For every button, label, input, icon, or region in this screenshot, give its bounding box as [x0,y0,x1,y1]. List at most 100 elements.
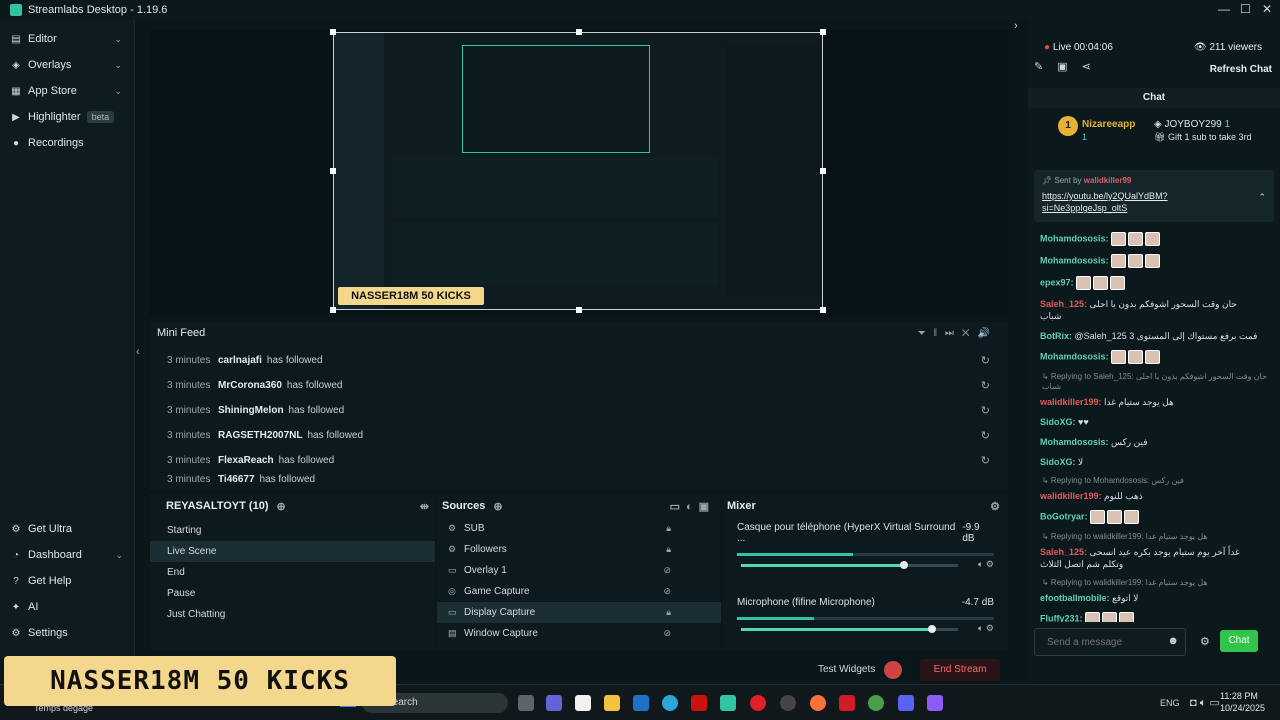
lock-icon[interactable]: 🔒︎ [666,523,671,534]
chat-tools[interactable]: ✎▣⋖ [1034,60,1105,73]
gear-icon[interactable]: ⚙ [1200,635,1210,648]
add-source-icon[interactable]: ⊕ [493,500,502,513]
mute-settings-icons[interactable]: 🔈︎ ⚙ [978,623,994,634]
lock-icon[interactable]: 🔒︎ [666,607,671,618]
repeat-icon[interactable]: ↻ [981,354,990,367]
resize-handle[interactable] [820,29,826,35]
mini-feed-controls[interactable]: ⏷∥⏭✕🔊 [918,328,998,339]
source-item[interactable]: ◎ Game Capture ⊘ [437,581,721,602]
repeat-icon[interactable]: ↻ [981,404,990,417]
chat-input-box[interactable]: ☻ [1034,628,1186,656]
edge-icon[interactable] [662,695,678,711]
resize-handle[interactable] [330,307,336,313]
repeat-icon[interactable]: ↻ [981,379,990,392]
scene-item[interactable]: Just Chatting [150,604,435,625]
lock-icon[interactable]: 🔒︎ [666,544,671,555]
refresh-chat-button[interactable]: Refresh Chat [1210,64,1272,75]
firefox-icon[interactable] [810,695,826,711]
nav-dashboard[interactable]: ◔ Dashboard ⌄ [0,542,135,568]
overlay-banner: NASSER18M 50 KICKS [4,656,396,706]
resize-handle[interactable] [330,168,336,174]
scene-item[interactable]: End [150,562,435,583]
scene-item[interactable]: Live Scene [150,541,435,562]
nav-get-ultra[interactable]: ⚙ Get Ultra [0,516,135,542]
reply-context: ↳ Replying to Mohamdososis: فين ركس [1042,476,1184,485]
repeat-icon[interactable]: ↻ [981,454,990,467]
audio-meter [737,553,994,556]
app-icon[interactable] [780,695,796,711]
top-gifter-count: 1 [1082,132,1088,142]
chat-input[interactable] [1035,629,1155,655]
source-item[interactable]: ▤ Window Capture ⊘ [437,623,721,644]
resize-handle[interactable] [576,29,582,35]
task-view-icon[interactable] [518,695,534,711]
chevron-down-icon: ⌄ [114,85,122,96]
source-item[interactable]: ⚙ Followers 🔒︎ [437,539,721,560]
collapse-chat-icon[interactable]: › [1014,20,1018,32]
resize-handle[interactable] [330,29,336,35]
netflix-icon[interactable] [691,695,707,711]
nav-highlighter[interactable]: ▶ Highlighter beta [0,104,134,130]
source-tools[interactable]: ▭◐▣ [670,500,715,513]
chat-panel: ● Live 00:04:06 👁︎ 211 viewers ✎▣⋖ Refre… [1028,20,1280,682]
app-icon[interactable] [839,695,855,711]
minimize-icon[interactable]: — [1218,2,1230,16]
nav-app-store[interactable]: ▦ App Store ⌄ [0,78,134,104]
teams-icon[interactable] [546,695,562,711]
chat-message: walidkiller199: هل يوجد ستيام غدا [1040,397,1174,407]
volume-slider[interactable] [741,625,958,633]
feed-row: 3 minutes ShiningMelon has followed ↻ [150,398,1008,423]
nav-editor[interactable]: ▤ Editor ⌄ [0,26,134,52]
source-item[interactable]: ▭ Display Capture 🔒︎ [437,602,721,623]
nav-overlays[interactable]: ◈ Overlays ⌄ [0,52,134,78]
source-item[interactable]: ▭ Overlay 1 ⊘ [437,560,721,581]
app-store-icon: ▦ [11,85,21,97]
streamlabs-taskbar-icon[interactable] [720,695,736,711]
emote-icon [1145,232,1161,246]
channel-name: Microphone (fifine Microphone) [737,597,875,608]
scene-item[interactable]: Starting [150,520,435,541]
visibility-off-icon[interactable]: ⊘ [663,586,671,597]
close-icon[interactable]: ✕ [1262,2,1272,16]
ai-icon: ✦ [11,601,21,613]
gamepad-icon: ◎ [448,586,456,596]
resize-handle[interactable] [820,168,826,174]
send-chat-button[interactable]: Chat [1220,630,1258,652]
repeat-icon[interactable]: ↻ [981,429,990,442]
test-widgets-toggle[interactable] [884,661,902,679]
language-indicator[interactable]: ENG [1160,698,1180,708]
maximize-icon[interactable]: ☐ [1240,2,1251,16]
nav-settings[interactable]: ⚙ Settings [0,620,135,646]
source-item[interactable]: ⚙ SUB 🔒︎ [437,518,721,539]
store-icon[interactable] [575,695,591,711]
volume-slider[interactable] [741,561,958,569]
app-icon[interactable] [927,695,943,711]
nav-ai[interactable]: ✦ AI [0,594,135,620]
nav-get-help[interactable]: ? Get Help [0,568,135,594]
emoji-icon[interactable]: ☻ [1167,635,1179,647]
add-scene-icon[interactable]: ⊕ [277,500,286,513]
test-widgets-button[interactable]: Test Widgets [818,664,875,675]
end-stream-button[interactable]: End Stream [920,659,1000,681]
expand-nav-icon[interactable]: ‹ [136,346,140,358]
resize-handle[interactable] [820,307,826,313]
scene-toggle-icon[interactable]: ⇹ [420,500,429,513]
gear-icon[interactable]: ⚙ [990,500,1000,513]
mute-settings-icons[interactable]: 🔈︎ ⚙ [978,559,994,570]
scene-item[interactable]: Pause [150,583,435,604]
scene-collection-title[interactable]: REYASALTOYT (10) [166,500,269,512]
visibility-off-icon[interactable]: ⊘ [663,565,671,576]
visibility-off-icon[interactable]: ⊘ [663,628,671,639]
nav-recordings[interactable]: ● Recordings [0,130,134,156]
pinned-link[interactable]: https://youtu.be/ly2QUalYdBM?si=Ne3ppIge… [1042,190,1222,214]
resize-handle[interactable] [576,307,582,313]
tray-icons[interactable]: ◘ 🔈︎ ▭ [1190,696,1220,710]
opera-icon[interactable] [750,695,766,711]
chevron-up-icon[interactable]: ⌃ [1258,192,1266,203]
outlook-icon[interactable] [633,695,649,711]
chrome-icon[interactable] [868,695,884,711]
gift-prompt[interactable]: 🎁︎ Gift 1 sub to take 3rd [1154,132,1251,143]
display-capture-frame[interactable]: NASSER18M 50 KICKS [330,29,826,313]
discord-icon[interactable] [898,695,914,711]
explorer-icon[interactable] [604,695,620,711]
